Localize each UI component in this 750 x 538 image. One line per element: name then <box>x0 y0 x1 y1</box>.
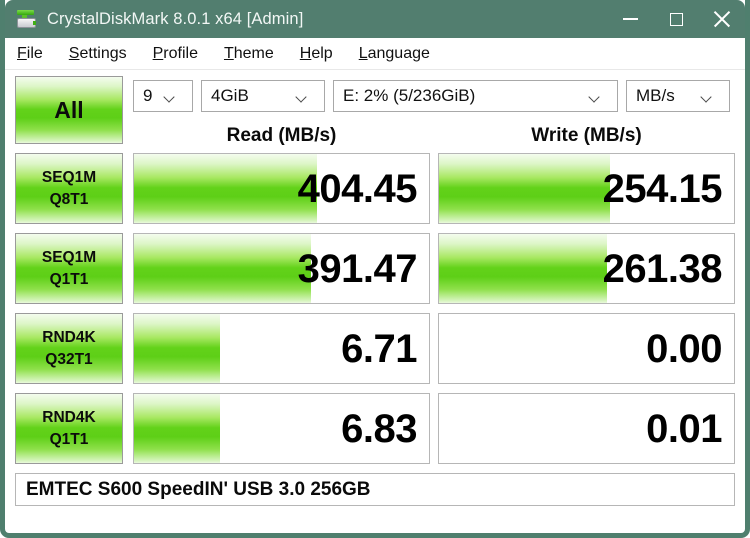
column-headers: Read (MB/s) Write (MB/s) <box>15 121 735 151</box>
table-row: RND4K Q32T1 6.71 0.00 <box>15 313 735 384</box>
close-button[interactable] <box>699 0 745 38</box>
test-button-rnd4k-q32t1[interactable]: RND4K Q32T1 <box>15 313 123 384</box>
result-read-seq1m-q1t1: 391.47 <box>133 233 430 304</box>
menu-item-language[interactable]: Language <box>359 45 430 63</box>
results-table: SEQ1M Q8T1 404.45 254.15 SEQ1M Q1T1 391.… <box>15 153 735 464</box>
result-write-seq1m-q8t1: 254.15 <box>438 153 735 224</box>
test-count-value: 9 <box>143 86 153 105</box>
test-size-select[interactable]: 4GiB <box>201 80 325 112</box>
crystaldiskmark-window: CrystalDiskMark 8.0.1 x64 [Admin] File S… <box>0 0 750 538</box>
test-button-seq1m-q1t1[interactable]: SEQ1M Q1T1 <box>15 233 123 304</box>
test-label-top: RND4K <box>42 328 96 346</box>
menu-item-help[interactable]: Help <box>300 45 333 63</box>
write-value: 0.01 <box>646 406 722 451</box>
toolbar-combos: 9 4GiB E: 2% (5/236GiB) MB/s <box>133 78 730 112</box>
header-write: Write (MB/s) <box>531 125 642 146</box>
read-bar <box>134 394 220 463</box>
device-name: EMTEC S600 SpeedIN' USB 3.0 256GB <box>26 478 371 500</box>
test-label-bottom: Q1T1 <box>49 271 89 288</box>
chevron-down-icon <box>702 93 723 100</box>
minimize-icon <box>622 18 638 20</box>
window-title: CrystalDiskMark 8.0.1 x64 [Admin] <box>47 9 304 28</box>
run-all-button[interactable]: All <box>15 76 123 144</box>
menu-item-file[interactable]: File <box>17 45 43 63</box>
read-bar <box>134 234 311 303</box>
result-write-seq1m-q1t1: 261.38 <box>438 233 735 304</box>
drive-value: E: 2% (5/236GiB) <box>343 86 476 105</box>
test-size-value: 4GiB <box>211 86 249 105</box>
menubar: File Settings Profile Theme Help Languag… <box>5 38 745 70</box>
header-read: Read (MB/s) <box>226 125 337 146</box>
unit-value: MB/s <box>636 86 675 105</box>
all-button-slot: All <box>15 76 123 144</box>
read-bar <box>134 154 317 223</box>
result-read-rnd4k-q32t1: 6.71 <box>133 313 430 384</box>
write-bar <box>439 154 611 223</box>
close-icon <box>713 10 731 28</box>
test-button-seq1m-q8t1[interactable]: SEQ1M Q8T1 <box>15 153 123 224</box>
app-disk-icon <box>16 8 38 30</box>
chevron-down-icon <box>297 93 318 100</box>
read-bar <box>134 314 220 383</box>
read-value: 404.45 <box>297 166 418 211</box>
menu-item-profile[interactable]: Profile <box>153 45 198 63</box>
write-value: 261.38 <box>602 246 723 291</box>
test-label-bottom: Q32T1 <box>45 351 93 368</box>
main-content: All 9 4GiB E: 2% (5/236GiB) MB/s Read (M… <box>5 70 745 506</box>
toolbar: All 9 4GiB E: 2% (5/236GiB) MB/s <box>15 76 735 144</box>
titlebar: CrystalDiskMark 8.0.1 x64 [Admin] <box>5 0 745 38</box>
result-read-seq1m-q8t1: 404.45 <box>133 153 430 224</box>
chevron-down-icon <box>590 93 611 100</box>
menu-item-theme[interactable]: Theme <box>224 45 274 63</box>
result-write-rnd4k-q1t1: 0.01 <box>438 393 735 464</box>
test-button-rnd4k-q1t1[interactable]: RND4K Q1T1 <box>15 393 123 464</box>
test-label-top: SEQ1M <box>41 248 97 266</box>
status-bar: EMTEC S600 SpeedIN' USB 3.0 256GB <box>15 473 735 506</box>
write-value: 0.00 <box>646 326 722 371</box>
test-label-bottom: Q8T1 <box>49 191 89 208</box>
maximize-icon <box>669 12 683 26</box>
test-count-select[interactable]: 9 <box>133 80 193 112</box>
result-read-rnd4k-q1t1: 6.83 <box>133 393 430 464</box>
maximize-button[interactable] <box>653 0 699 38</box>
window-controls <box>607 0 745 38</box>
test-label-bottom: Q1T1 <box>49 431 89 448</box>
minimize-button[interactable] <box>607 0 653 38</box>
test-label-top: SEQ1M <box>41 168 97 186</box>
drive-select[interactable]: E: 2% (5/236GiB) <box>333 80 618 112</box>
table-row: SEQ1M Q8T1 404.45 254.15 <box>15 153 735 224</box>
menu-item-settings[interactable]: Settings <box>69 45 127 63</box>
unit-select[interactable]: MB/s <box>626 80 730 112</box>
result-write-rnd4k-q32t1: 0.00 <box>438 313 735 384</box>
read-value: 6.83 <box>341 406 417 451</box>
table-row: SEQ1M Q1T1 391.47 261.38 <box>15 233 735 304</box>
read-value: 391.47 <box>297 246 418 291</box>
write-bar <box>439 234 608 303</box>
chevron-down-icon <box>165 93 186 100</box>
read-value: 6.71 <box>341 326 417 371</box>
table-row: RND4K Q1T1 6.83 0.01 <box>15 393 735 464</box>
test-label-top: RND4K <box>42 408 96 426</box>
write-value: 254.15 <box>602 166 723 211</box>
